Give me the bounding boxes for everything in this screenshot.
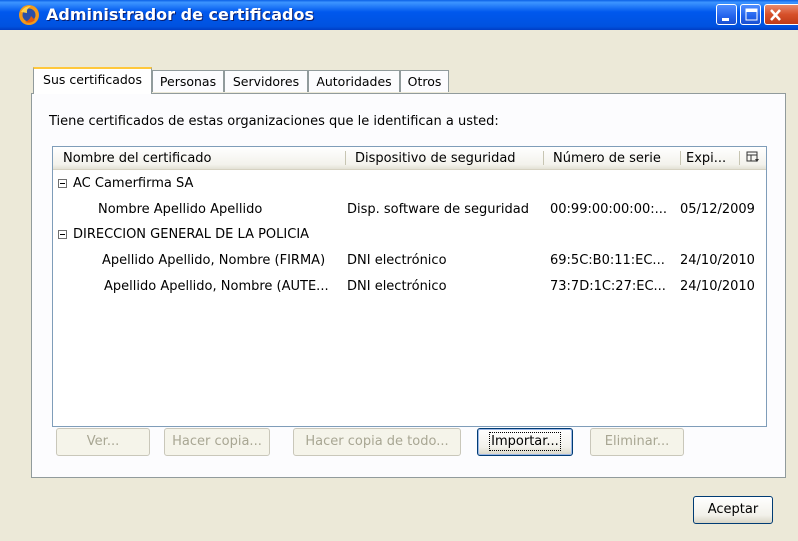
- maximize-button[interactable]: [740, 4, 761, 25]
- view-button[interactable]: Ver...: [56, 428, 150, 456]
- cert-expires: 05/12/2009: [680, 202, 755, 217]
- cert-name: Nombre Apellido Apellido: [98, 202, 263, 217]
- cert-name: Apellido Apellido, Nombre (FIRMA): [102, 253, 326, 268]
- maximize-icon: [745, 8, 758, 21]
- column-header-device[interactable]: Dispositivo de seguridad: [355, 151, 516, 166]
- cert-name: Apellido Apellido, Nombre (AUTE...: [104, 279, 329, 294]
- tree-cert-row[interactable]: Apellido Apellido, Nombre (FIRMA) DNI el…: [53, 250, 766, 272]
- column-header-serial[interactable]: Número de serie: [553, 151, 661, 166]
- cert-device: Disp. software de seguridad: [347, 202, 529, 217]
- tab-servidores[interactable]: Servidores: [224, 70, 308, 92]
- column-header-expires[interactable]: Expi...: [686, 151, 726, 166]
- cert-serial: 69:5C:B0:11:EC...: [550, 253, 665, 268]
- collapse-toggle-icon[interactable]: [58, 179, 67, 188]
- close-icon: [770, 9, 781, 21]
- group-name: AC Camerfirma SA: [73, 176, 194, 191]
- import-button-label: Importar...: [489, 432, 561, 451]
- column-divider[interactable]: [680, 151, 681, 165]
- tree-group-row[interactable]: AC Camerfirma SA: [53, 173, 766, 195]
- tab-autoridades[interactable]: Autoridades: [308, 70, 400, 92]
- column-divider[interactable]: [543, 151, 544, 165]
- minimize-button[interactable]: [716, 4, 737, 25]
- firefox-icon: [19, 5, 39, 25]
- import-button[interactable]: Importar...: [477, 428, 573, 456]
- title-bar[interactable]: Administrador de certificados: [0, 0, 798, 30]
- cert-serial: 73:7D:1C:27:EC...: [550, 279, 666, 294]
- ok-button[interactable]: Aceptar: [693, 496, 773, 524]
- tree-header: Nombre del certificado Dispositivo de se…: [53, 147, 766, 170]
- column-divider[interactable]: [739, 151, 740, 165]
- cert-expires: 24/10/2010: [680, 279, 755, 294]
- cert-device: DNI electrónico: [347, 279, 447, 294]
- backup-button[interactable]: Hacer copia...: [164, 428, 270, 456]
- tree-cert-row[interactable]: Apellido Apellido, Nombre (AUTE... DNI e…: [53, 276, 766, 298]
- cert-serial: 00:99:00:00:00:...: [550, 202, 668, 217]
- window-title: Administrador de certificados: [46, 5, 314, 24]
- cert-expires: 24/10/2010: [680, 253, 755, 268]
- cert-device: DNI electrónico: [347, 253, 447, 268]
- group-name: DIRECCION GENERAL DE LA POLICIA: [73, 227, 310, 242]
- certificate-manager-window: Administrador de certificados Sus certif…: [0, 0, 798, 541]
- intro-text: Tiene certificados de estas organizacion…: [49, 114, 499, 129]
- column-picker-icon[interactable]: [746, 150, 760, 164]
- tab-personas[interactable]: Personas: [152, 70, 224, 92]
- minimize-icon: [722, 18, 729, 21]
- close-button[interactable]: [764, 4, 798, 25]
- column-header-name[interactable]: Nombre del certificado: [63, 151, 211, 166]
- column-divider[interactable]: [345, 151, 346, 165]
- tab-otros[interactable]: Otros: [400, 70, 449, 92]
- certificates-tab-panel: Tiene certificados de estas organizacion…: [31, 93, 786, 478]
- tab-sus-certificados[interactable]: Sus certificados: [33, 67, 152, 94]
- tree-cert-row[interactable]: Nombre Apellido Apellido Disp. software …: [53, 199, 766, 221]
- backup-all-button[interactable]: Hacer copia de todo...: [293, 428, 461, 456]
- delete-button[interactable]: Eliminar...: [590, 428, 684, 456]
- certificate-tree[interactable]: Nombre del certificado Dispositivo de se…: [52, 146, 767, 427]
- tree-group-row[interactable]: DIRECCION GENERAL DE LA POLICIA: [53, 224, 766, 246]
- collapse-toggle-icon[interactable]: [58, 230, 67, 239]
